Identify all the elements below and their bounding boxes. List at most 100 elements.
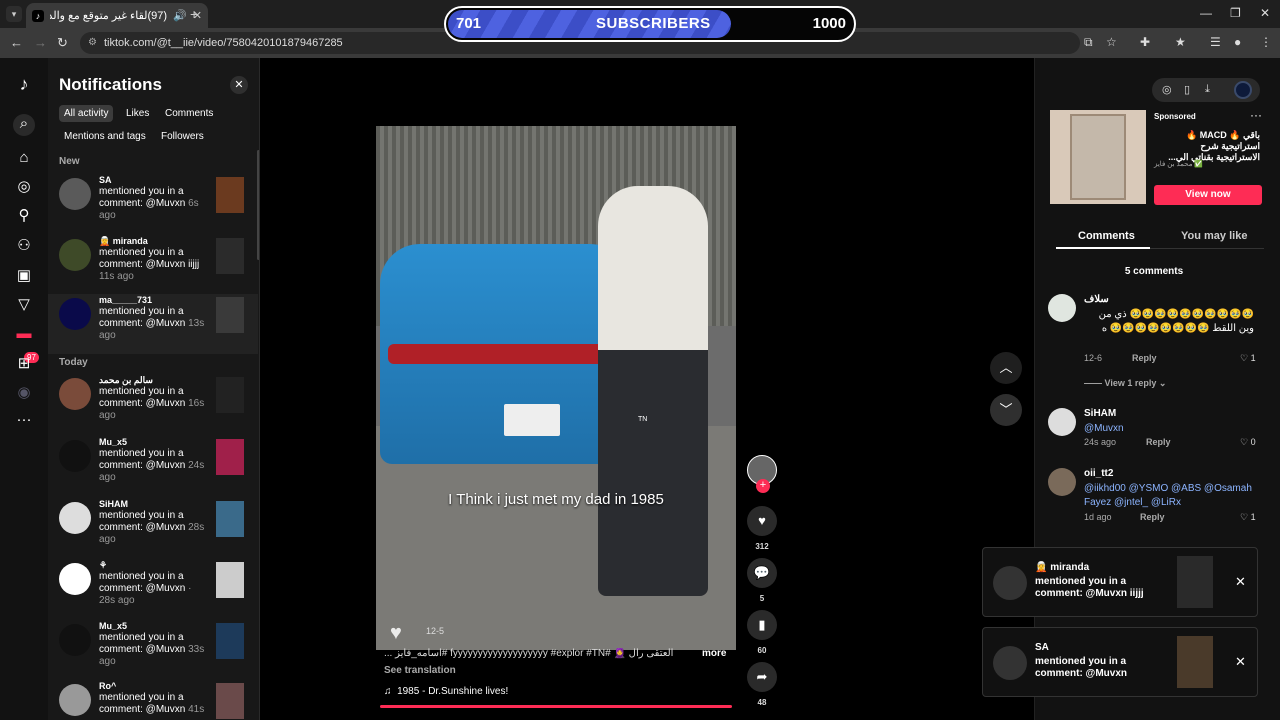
view-reply-link[interactable]: —— View 1 reply ⌄	[1084, 378, 1166, 389]
video-person	[598, 186, 708, 596]
section-today: Today	[59, 357, 88, 368]
notification-text: mentioned you in a comment: @Muvxn	[99, 306, 186, 329]
browser-menu-icon[interactable]: ⋮	[1260, 35, 1272, 49]
profile-icon[interactable]: ◉	[14, 383, 34, 403]
explore-icon[interactable]: ◎	[14, 177, 34, 197]
comment-body[interactable]: @iikhd00 @YSMO @ABS @Osamah Fayez @jntel…	[1084, 482, 1254, 510]
creator-avatar-button[interactable]: +	[747, 455, 777, 493]
messages-icon[interactable]: ▬	[14, 324, 34, 344]
video-date: 12-5	[426, 626, 445, 636]
like-button[interactable]: ♥ 312	[747, 506, 777, 551]
tab-search-icon[interactable]: ▾	[6, 6, 22, 22]
notification-row[interactable]: ma_____731 mentioned you in a comment: @…	[48, 294, 258, 354]
notification-row[interactable]: ⚘ mentioned you in a comment: @Muvxn · 2…	[48, 559, 258, 619]
bookmark-star-icon[interactable]: ☆	[1106, 35, 1117, 49]
save-button[interactable]: ▮ 60	[747, 610, 777, 655]
forward-icon[interactable]: →	[34, 35, 47, 50]
tab-you-may-like[interactable]: You may like	[1181, 230, 1247, 242]
comment-like[interactable]: ♡ 1	[1240, 353, 1256, 364]
previous-video-button[interactable]: ︿	[990, 352, 1022, 384]
filter-all-activity[interactable]: All activity	[59, 105, 114, 122]
notification-row[interactable]: Mu_x5 mentioned you in a comment: @Muvxn…	[48, 620, 258, 680]
comment-author[interactable]: سلاف	[1084, 294, 1109, 305]
activity-icon[interactable]: ▽	[14, 295, 34, 315]
reply-button[interactable]: Reply	[1146, 437, 1171, 447]
avatar	[59, 239, 91, 271]
notification-row[interactable]: SiHAM mentioned you in a comment: @Muvxn…	[48, 498, 258, 558]
reload-icon[interactable]: ↻	[57, 35, 68, 51]
extensions-icon[interactable]: ✚	[1140, 35, 1150, 49]
maximize-icon[interactable]: ❐	[1230, 6, 1241, 20]
comment-like[interactable]: ♡ 1	[1240, 512, 1256, 523]
ad-menu-icon[interactable]: ···	[1250, 108, 1262, 122]
avatar[interactable]	[1048, 408, 1076, 436]
download-icon[interactable]: ⤓	[1205, 83, 1210, 96]
notification-row[interactable]: 🧝 miranda mentioned you in a comment: @M…	[48, 235, 258, 295]
toast-notification[interactable]: SA mentioned you in a comment: @Muvxn ✕	[982, 627, 1258, 697]
browser-tab[interactable]: ♪ (97)لقاء غير متوقع مع والدي 🔊 ✕	[26, 3, 208, 28]
back-icon[interactable]: ←	[10, 35, 23, 50]
comment-like[interactable]: ♡ 0	[1240, 437, 1256, 448]
comment-body: 🥹🥹🥹🥹🥹🥹🥹🥹🥹🥹 ذي من وين اللقط 🥹🥹🥹🥹🥹🥹🥹🥹 ه	[1098, 309, 1254, 334]
filter-comments[interactable]: Comments	[160, 105, 218, 122]
search-icon[interactable]: ⌕	[13, 114, 35, 136]
install-app-icon[interactable]: ⧉	[1084, 35, 1093, 50]
reply-button[interactable]: Reply	[1140, 512, 1165, 522]
phone-icon[interactable]: ▯	[1184, 83, 1190, 96]
notification-row[interactable]: سالم بن محمد mentioned you in a comment:…	[48, 374, 258, 434]
comment-body[interactable]: @Muvxn	[1084, 422, 1254, 436]
view-now-button[interactable]: View now	[1154, 185, 1262, 205]
new-tab-icon[interactable]: +	[190, 6, 198, 22]
following-icon[interactable]: ⚲	[14, 206, 34, 226]
compass-icon[interactable]: ◎	[1162, 83, 1172, 96]
notification-row[interactable]: Ro^ mentioned you in a comment: @Muvxn 4…	[48, 680, 258, 720]
live-icon[interactable]: ▣	[14, 266, 34, 286]
avatar	[59, 684, 91, 716]
next-video-button[interactable]: ﹀	[990, 394, 1022, 426]
notification-time: 11s ago	[99, 271, 134, 282]
upload-icon[interactable]: ⊞	[14, 354, 34, 374]
avatar[interactable]	[1048, 294, 1076, 322]
see-translation-link[interactable]: See translation	[384, 665, 724, 676]
notification-row[interactable]: Mu_x5 mentioned you in a comment: @Muvxn…	[48, 436, 258, 496]
close-icon[interactable]: ✕	[1235, 574, 1246, 590]
ad-thumbnail[interactable]	[1050, 110, 1146, 204]
tab-comments[interactable]: Comments	[1078, 230, 1135, 242]
music-info[interactable]: ♫ 1985 - Dr.Sunshine lives!	[384, 686, 508, 697]
avatar	[59, 502, 91, 534]
comment-button[interactable]: 💬 5	[747, 558, 777, 603]
close-icon[interactable]: ✕	[1235, 654, 1246, 670]
heart-outline-icon: ♡	[1240, 512, 1249, 522]
avatar	[59, 624, 91, 656]
comment-author[interactable]: oii_tt2	[1084, 468, 1113, 479]
tab-audio-icon[interactable]: 🔊	[173, 9, 187, 22]
notification-row[interactable]: SA mentioned you in a comment: @Muvxn 6s…	[48, 174, 258, 234]
minimize-icon[interactable]: —	[1200, 6, 1212, 20]
more-icon[interactable]: ···	[14, 410, 34, 430]
close-icon[interactable]: ✕	[230, 76, 248, 94]
filter-likes[interactable]: Likes	[121, 105, 154, 122]
video-progress-bar[interactable]	[380, 705, 732, 708]
comment-like-count: 1	[1250, 512, 1256, 522]
window-close-icon[interactable]: ✕	[1260, 6, 1270, 20]
profile-avatar-icon[interactable]: ●	[1234, 35, 1241, 49]
home-icon[interactable]: ⌂	[14, 148, 34, 168]
comment-icon: 💬	[747, 558, 777, 588]
favorites-icon[interactable]: ★	[1175, 35, 1186, 49]
tiktok-logo-icon[interactable]: ♪	[14, 74, 34, 94]
video-player[interactable]: TN I Think i just met my dad in 1985 ♥ 1…	[376, 126, 736, 650]
notification-text: mentioned you in a comment: @Muvxn	[99, 571, 186, 594]
follow-plus-icon[interactable]: +	[756, 479, 770, 493]
friends-icon[interactable]: ⚇	[14, 236, 34, 256]
reading-list-icon[interactable]: ☰	[1210, 35, 1221, 49]
site-info-icon[interactable]: ⚙	[88, 32, 97, 54]
filter-followers[interactable]: Followers	[156, 128, 209, 145]
comment-author[interactable]: SiHAM	[1084, 408, 1116, 419]
more-link[interactable]: more	[702, 648, 726, 659]
profile-orb-icon[interactable]	[1234, 81, 1252, 99]
toast-notification[interactable]: 🧝 miranda mentioned you in a comment: @M…	[982, 547, 1258, 617]
avatar[interactable]	[1048, 468, 1076, 496]
share-button[interactable]: ➦ 48	[747, 662, 777, 707]
reply-button[interactable]: Reply	[1132, 353, 1157, 363]
filter-mentions[interactable]: Mentions and tags	[59, 128, 151, 145]
